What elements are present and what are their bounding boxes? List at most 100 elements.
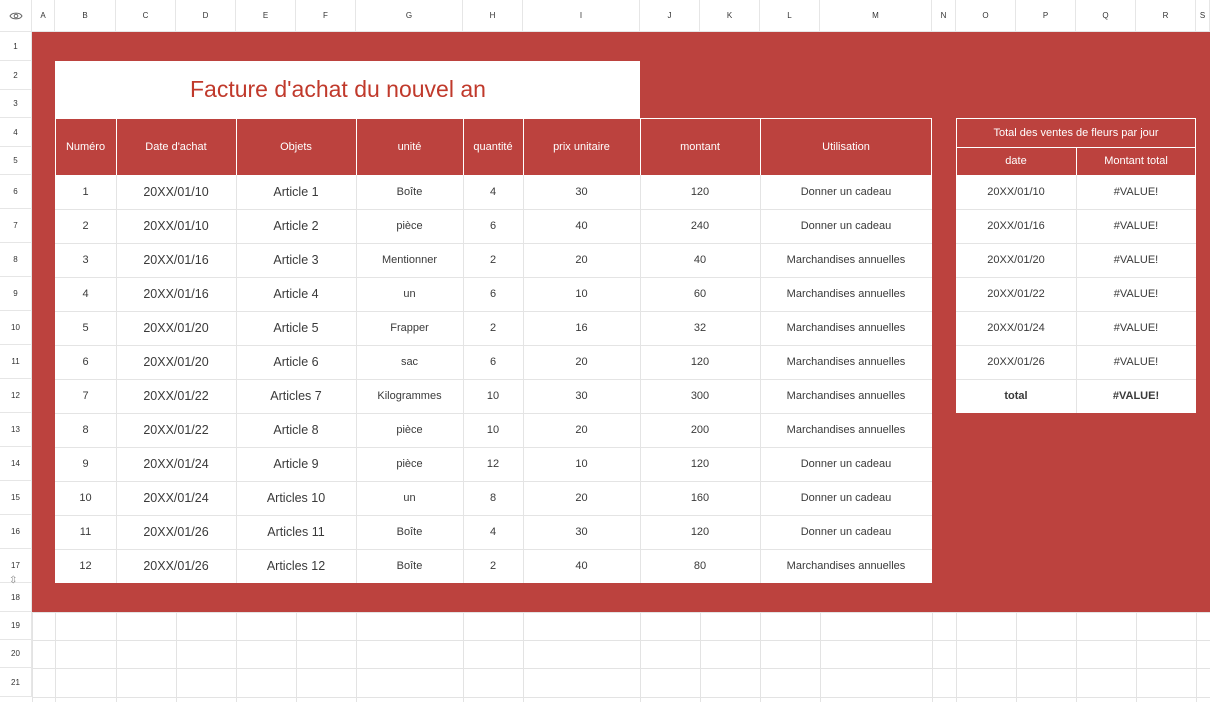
summary-amount-cell[interactable]: #VALUE! [1076,175,1196,209]
object-cell[interactable]: Article 9 [236,447,356,481]
usage-cell[interactable]: Donner un cadeau [760,515,932,549]
unit-price-cell[interactable]: 20 [523,243,640,277]
row-header[interactable]: 1 [0,32,32,61]
row-header[interactable]: 8 [0,243,32,277]
object-cell[interactable]: Article 6 [236,345,356,379]
amount-cell[interactable]: 200 [640,413,760,447]
unit-cell[interactable]: un [356,277,463,311]
summary-date-cell[interactable]: 20XX/01/16 [956,209,1076,243]
row-header[interactable]: 2 [0,61,32,90]
date-cell[interactable]: 20XX/01/26 [116,549,236,583]
summary-total-value[interactable]: #VALUE! [1076,379,1196,413]
amount-cell[interactable]: 120 [640,447,760,481]
summary-total-label[interactable]: total [956,379,1076,413]
object-cell[interactable]: Article 1 [236,175,356,209]
object-cell[interactable]: Articles 7 [236,379,356,413]
unit-cell[interactable]: pièce [356,413,463,447]
amount-cell[interactable]: 60 [640,277,760,311]
unit-price-cell[interactable]: 20 [523,345,640,379]
row-header[interactable]: 13 [0,413,32,447]
numero-cell[interactable]: 11 [55,515,116,549]
quantity-cell[interactable]: 2 [463,311,523,345]
row-header[interactable]: 5 [0,147,32,175]
row-header[interactable]: 20 [0,640,32,668]
quantity-cell[interactable]: 2 [463,243,523,277]
object-cell[interactable]: Article 4 [236,277,356,311]
date-cell[interactable]: 20XX/01/10 [116,175,236,209]
unit-price-cell[interactable]: 20 [523,481,640,515]
numero-cell[interactable]: 5 [55,311,116,345]
row-header[interactable]: 15 [0,481,32,515]
unit-price-cell[interactable]: 20 [523,413,640,447]
column-header[interactable]: N [932,0,956,32]
row-header[interactable]: 7 [0,209,32,243]
unit-price-cell[interactable]: 30 [523,379,640,413]
row-header[interactable]: 6 [0,175,32,209]
row-resize-icon[interactable]: ⇳ [9,575,17,586]
column-header[interactable]: O [956,0,1016,32]
column-header[interactable]: F [296,0,356,32]
unit-price-cell[interactable]: 40 [523,209,640,243]
unit-cell[interactable]: Boîte [356,515,463,549]
unit-price-cell[interactable]: 10 [523,277,640,311]
summary-amount-cell[interactable]: #VALUE! [1076,243,1196,277]
numero-cell[interactable]: 7 [55,379,116,413]
quantity-cell[interactable]: 2 [463,549,523,583]
usage-cell[interactable]: Marchandises annuelles [760,379,932,413]
row-header[interactable]: 9 [0,277,32,311]
usage-cell[interactable]: Donner un cadeau [760,481,932,515]
quantity-cell[interactable]: 6 [463,345,523,379]
quantity-cell[interactable]: 6 [463,277,523,311]
date-cell[interactable]: 20XX/01/24 [116,481,236,515]
numero-cell[interactable]: 1 [55,175,116,209]
summary-date-cell[interactable]: 20XX/01/26 [956,345,1076,379]
numero-cell[interactable]: 2 [55,209,116,243]
numero-cell[interactable]: 12 [55,549,116,583]
usage-cell[interactable]: Marchandises annuelles [760,413,932,447]
column-header[interactable]: H [463,0,523,32]
date-cell[interactable]: 20XX/01/22 [116,413,236,447]
numero-cell[interactable]: 9 [55,447,116,481]
column-header[interactable]: I [523,0,640,32]
object-cell[interactable]: Articles 12 [236,549,356,583]
column-header[interactable]: B [55,0,116,32]
amount-cell[interactable]: 32 [640,311,760,345]
date-cell[interactable]: 20XX/01/20 [116,345,236,379]
row-header[interactable]: 3 [0,90,32,118]
object-cell[interactable]: Article 5 [236,311,356,345]
column-header[interactable]: R [1136,0,1196,32]
unit-price-cell[interactable]: 16 [523,311,640,345]
object-cell[interactable]: Article 8 [236,413,356,447]
unit-cell[interactable]: Kilogrammes [356,379,463,413]
unit-cell[interactable]: Mentionner [356,243,463,277]
unit-price-cell[interactable]: 30 [523,515,640,549]
object-cell[interactable]: Article 2 [236,209,356,243]
column-header[interactable]: K [700,0,760,32]
row-header[interactable]: 14 [0,447,32,481]
row-header[interactable]: 10 [0,311,32,345]
object-cell[interactable]: Articles 10 [236,481,356,515]
unit-cell[interactable]: Boîte [356,175,463,209]
date-cell[interactable]: 20XX/01/20 [116,311,236,345]
row-header[interactable]: 21 [0,668,32,697]
unit-price-cell[interactable]: 10 [523,447,640,481]
column-header[interactable]: J [640,0,700,32]
unit-price-cell[interactable]: 40 [523,549,640,583]
quantity-cell[interactable]: 12 [463,447,523,481]
usage-cell[interactable]: Marchandises annuelles [760,243,932,277]
summary-date-cell[interactable]: 20XX/01/20 [956,243,1076,277]
row-header[interactable]: 12 [0,379,32,413]
column-header[interactable]: S [1196,0,1210,32]
quantity-cell[interactable]: 4 [463,175,523,209]
column-header[interactable]: L [760,0,820,32]
quantity-cell[interactable]: 8 [463,481,523,515]
usage-cell[interactable]: Donner un cadeau [760,175,932,209]
column-header[interactable]: C [116,0,176,32]
summary-amount-cell[interactable]: #VALUE! [1076,345,1196,379]
numero-cell[interactable]: 8 [55,413,116,447]
quantity-cell[interactable]: 4 [463,515,523,549]
column-header[interactable]: A [32,0,55,32]
summary-amount-cell[interactable]: #VALUE! [1076,209,1196,243]
date-cell[interactable]: 20XX/01/10 [116,209,236,243]
usage-cell[interactable]: Marchandises annuelles [760,311,932,345]
